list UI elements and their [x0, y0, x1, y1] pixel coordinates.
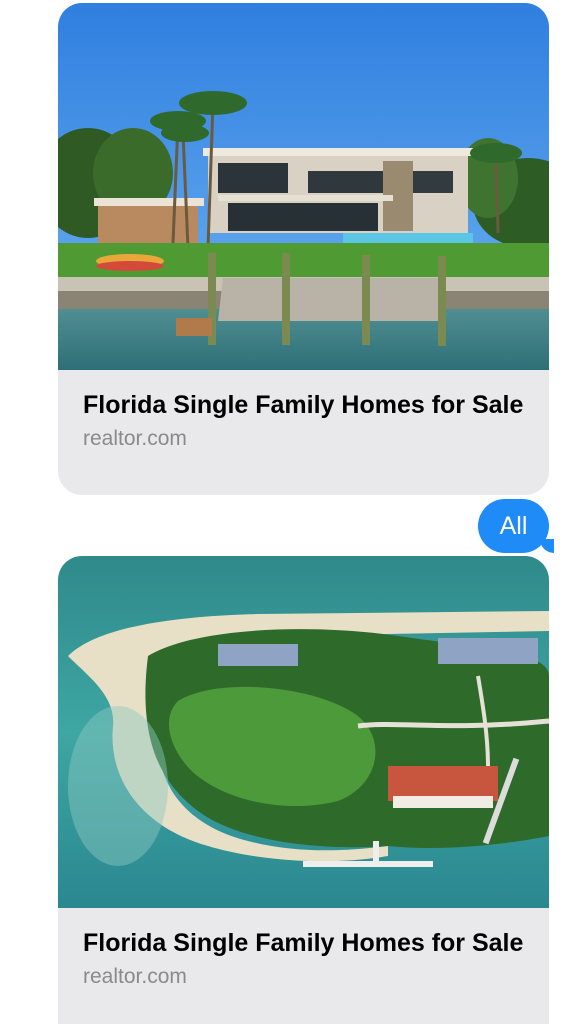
sent-message-bubble[interactable]: All — [478, 499, 554, 553]
link-domain: realtor.com — [83, 427, 187, 450]
message-text: All — [499, 512, 528, 540]
bubble-tail — [540, 539, 554, 553]
link-preview-image[interactable] — [58, 3, 549, 370]
link-preview-text: Florida Single Family Homes for Sale rea… — [58, 908, 549, 990]
link-title: Florida Single Family Homes for Sale — [83, 929, 524, 957]
waterfront-house-photo — [58, 3, 549, 370]
link-preview-card[interactable]: Florida Single Family Homes for Sale rea… — [58, 556, 549, 1024]
link-preview-image[interactable] — [58, 556, 549, 908]
aerial-island-photo — [58, 556, 549, 908]
link-domain: realtor.com — [83, 965, 187, 988]
link-preview-card[interactable]: Florida Single Family Homes for Sale rea… — [58, 3, 549, 495]
link-title: Florida Single Family Homes for Sale — [83, 391, 524, 419]
message-thread: Florida Single Family Homes for Sale rea… — [0, 0, 566, 1024]
link-preview-text: Florida Single Family Homes for Sale rea… — [58, 370, 549, 452]
